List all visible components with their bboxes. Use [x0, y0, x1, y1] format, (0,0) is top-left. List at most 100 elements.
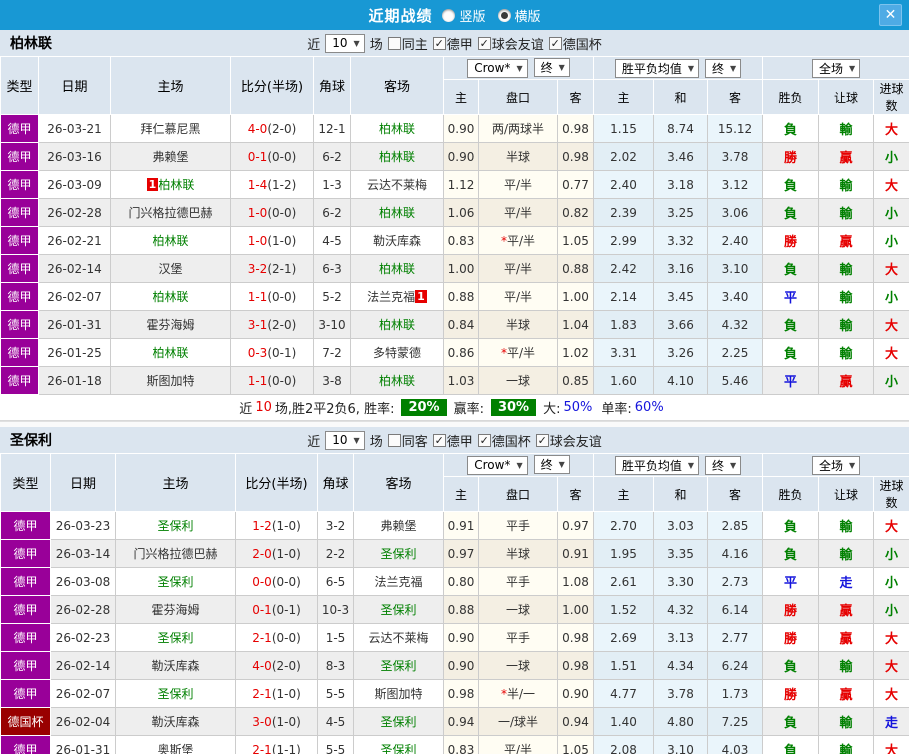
competition-filter: 球会友谊	[477, 34, 544, 53]
full-time-score: 1-1	[247, 373, 268, 388]
away-team-cell: 斯图加特	[353, 679, 444, 708]
result-wdl: 勝	[762, 623, 820, 652]
home-team-name: 圣保利	[157, 519, 194, 533]
result-goals: 走	[873, 707, 909, 736]
handicap-cell: 半球	[478, 310, 558, 339]
group2-select-0[interactable]: 胜平负均值 ▼	[614, 58, 700, 78]
chevron-down-icon: ▼	[687, 460, 695, 470]
result-wdl: 平	[762, 567, 820, 596]
group3-select-0[interactable]: 全场 ▼	[811, 455, 861, 475]
group-header-2: 胜平负均值 ▼ 终 ▼	[592, 453, 764, 477]
away-team-name: 云达不莱梅	[366, 178, 427, 192]
competition-checkbox-2[interactable]	[548, 36, 562, 50]
group2-select-0[interactable]: 胜平负均值 ▼	[614, 455, 700, 475]
group3-select-0[interactable]: 全场 ▼	[811, 58, 861, 78]
away-team-cell: 柏林联	[350, 310, 444, 339]
rounds-select[interactable]: 10 ▼	[325, 33, 365, 53]
away-team-name: 柏林联	[378, 262, 415, 276]
radio-vertical[interactable]: 竖版	[442, 6, 486, 25]
radio-vertical-icon[interactable]	[442, 8, 456, 22]
competition-checkbox-2[interactable]	[535, 433, 549, 447]
full-time-score: 1-0	[247, 205, 268, 220]
score-cell: 4-0(2-0)	[235, 651, 318, 680]
avg-home-odds: 1.95	[593, 539, 654, 568]
home-team-name: 霍芬海姆	[151, 603, 200, 617]
handicap-away-odds: 0.98	[557, 623, 594, 652]
rounds-select[interactable]: 10 ▼	[325, 430, 365, 450]
group-header-3: 全场 ▼	[762, 453, 909, 477]
away-team-name: 斯图加特	[374, 687, 423, 701]
handicap-value: 半球	[505, 547, 530, 561]
match-row: 德甲 26-02-14 勒沃库森 4-0(2-0) 8-3 圣保利 0.90 一球 0.98 1.…	[0, 651, 909, 680]
handicap-value: 平/半	[503, 262, 533, 276]
single-rate-value: 60%	[634, 400, 664, 415]
competition-checkbox-0[interactable]	[432, 433, 446, 447]
group2-select-1[interactable]: 终 ▼	[705, 455, 742, 475]
radio-horizontal-icon[interactable]	[497, 8, 511, 22]
radio-horizontal[interactable]: 横版	[497, 6, 541, 25]
away-team-name: 多特蒙德	[372, 346, 421, 360]
competition-checkbox-0[interactable]	[432, 36, 446, 50]
score-cell: 1-1(0-0)	[230, 282, 314, 311]
sub-col-header: 和	[653, 79, 708, 115]
avg-draw-odds: 3.32	[653, 226, 708, 255]
result-handicap: 輸	[818, 198, 875, 227]
type-cell: 德甲	[0, 310, 39, 339]
type-cell: 德甲	[0, 142, 39, 171]
group3-select-0-value: 全场	[818, 61, 843, 76]
group1-select-0[interactable]: Crow* ▼	[467, 58, 528, 78]
avg-away-odds: 3.40	[706, 282, 764, 311]
handicap-away-odds: 1.02	[557, 338, 594, 367]
section-header: 柏林联 近 10 ▼ 场 同主 德甲 球会友谊 德国杯	[0, 30, 909, 56]
avg-draw-odds: 3.25	[653, 198, 708, 227]
big-rate-label: 大:	[543, 402, 561, 417]
same-venue-checkbox[interactable]	[387, 433, 401, 447]
result-goals: 小	[873, 198, 909, 227]
result-handicap: 贏	[818, 679, 875, 708]
close-button[interactable]: ✕	[879, 4, 902, 26]
competition-checkbox-1[interactable]	[477, 36, 491, 50]
avg-away-odds: 2.25	[706, 338, 764, 367]
away-team-cell: 柏林联	[350, 142, 444, 171]
near-label: 近	[307, 434, 321, 450]
group1-select-1[interactable]: 终 ▼	[533, 455, 570, 475]
type-cell: 德甲	[0, 198, 39, 227]
avg-draw-odds: 3.26	[653, 338, 708, 367]
competition-label: 德甲	[446, 434, 473, 450]
same-venue-checkbox[interactable]	[387, 36, 401, 50]
handicap-home-odds: 0.90	[443, 623, 479, 652]
avg-home-odds: 2.70	[593, 511, 654, 540]
header-group-row: 类型 日期 主场 比分(半场) 角球 客场 Crow* ▼ 终 ▼ 胜平负均值 ▼ 终 ▼ 全场 ▼	[0, 453, 909, 512]
section-2: 圣保利近10▼场同客德甲德国杯球会友谊类型日期主场比分(半场)角球客场Crow*…	[0, 427, 909, 754]
home-team-cell: 柏林联	[110, 226, 231, 255]
away-team-name: 柏林联	[378, 122, 415, 136]
score-cell: 0-0(0-0)	[235, 567, 318, 596]
col-header-4: 角球	[317, 453, 354, 512]
competition-label: 球会友谊	[491, 37, 544, 53]
group2-select-1[interactable]: 终 ▼	[705, 58, 742, 78]
full-time-score: 4-0	[247, 121, 268, 136]
avg-home-odds: 2.61	[593, 567, 654, 596]
handicap-home-odds: 0.88	[443, 282, 479, 311]
same-venue-filter: 同主	[387, 34, 428, 53]
avg-away-odds: 5.46	[706, 366, 764, 395]
match-row: 德甲 26-03-21 拜仁慕尼黑 4-0(2-0) 12-1 柏林联 0.90 两/两球半 0…	[0, 114, 909, 143]
score-cell: 1-0(1-0)	[230, 226, 314, 255]
avg-away-odds: 4.03	[706, 735, 764, 754]
group2-select-1-value: 终	[712, 458, 725, 473]
full-time-score: 3-2	[247, 261, 268, 276]
handicap-away-odds: 1.08	[557, 567, 594, 596]
half-time-score: (1-0)	[271, 518, 301, 533]
competition-checkbox-1[interactable]	[477, 433, 491, 447]
type-cell: 德甲	[0, 114, 39, 143]
red-card-badge: 1	[146, 178, 159, 191]
result-goals: 小	[873, 282, 909, 311]
group1-select-1[interactable]: 终 ▼	[533, 58, 570, 78]
result-handicap: 贏	[818, 623, 875, 652]
handicap-cell: 平手	[478, 511, 558, 540]
group1-select-0[interactable]: Crow* ▼	[467, 455, 528, 475]
avg-home-odds: 1.83	[593, 310, 654, 339]
date-cell: 26-03-08	[50, 567, 116, 596]
handicap-away-odds: 0.85	[557, 366, 594, 395]
corner-cell: 6-5	[317, 567, 354, 596]
